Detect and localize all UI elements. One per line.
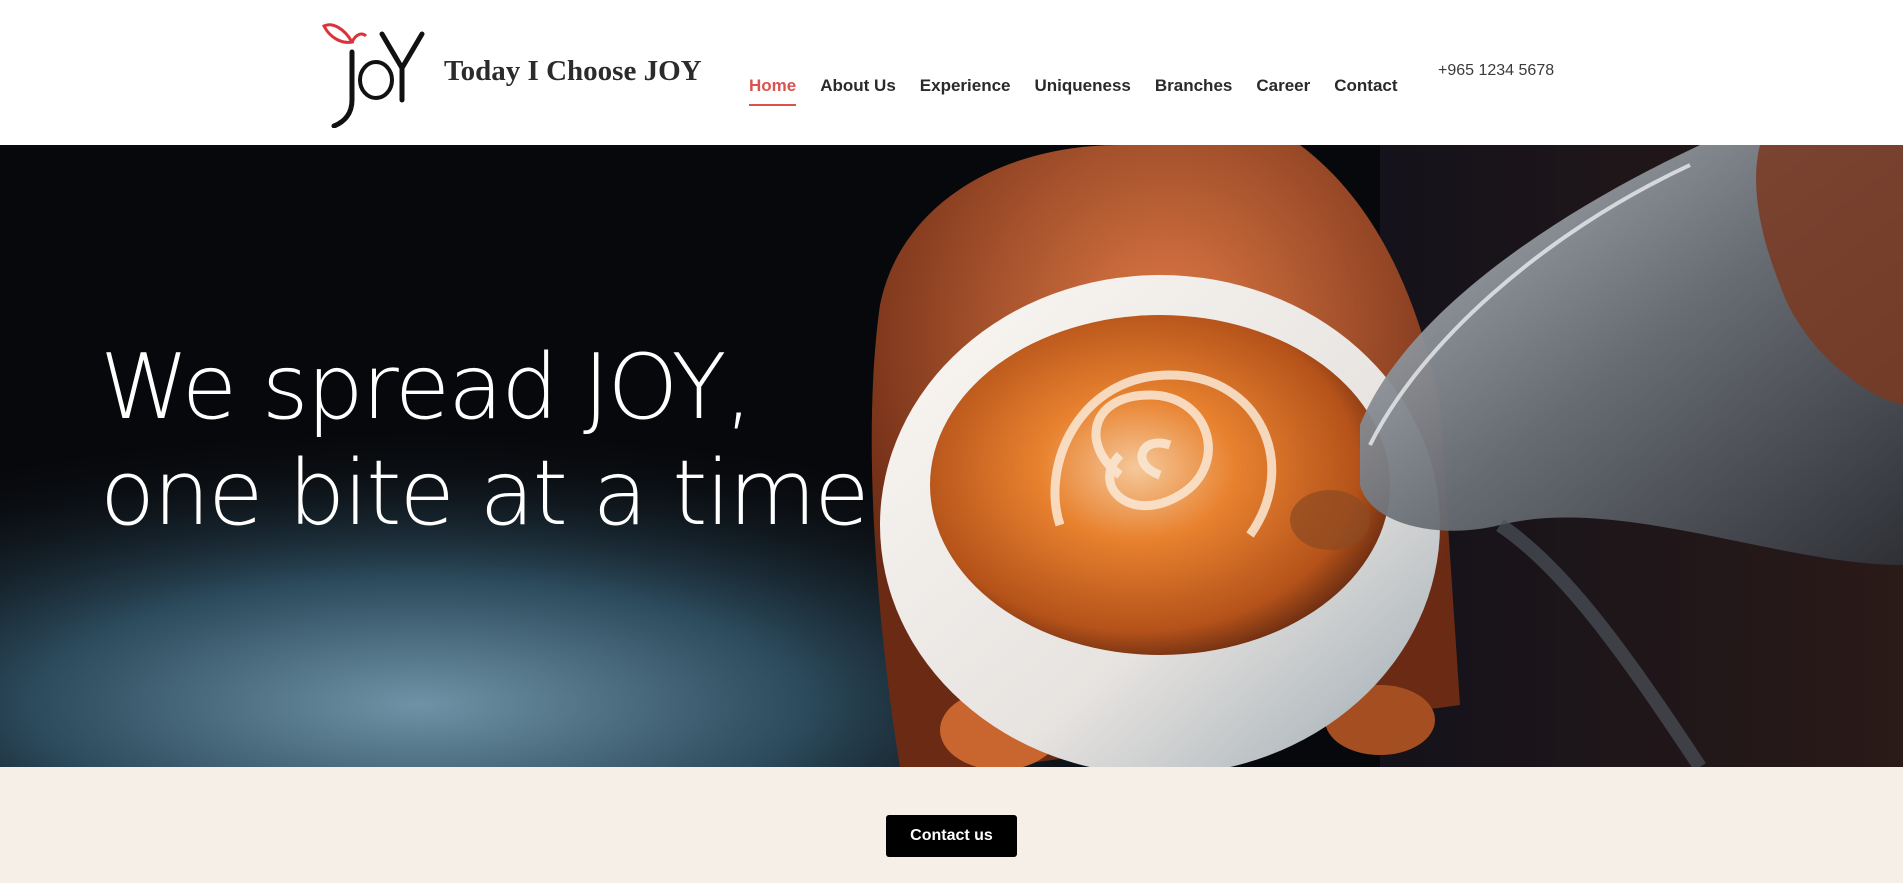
contact-us-button[interactable]: Contact us: [886, 815, 1017, 857]
site-header: Today I Choose JOY Home About Us Experie…: [0, 0, 1903, 145]
nav-about-us[interactable]: About Us: [820, 76, 896, 106]
cta-band: Contact us: [0, 767, 1903, 883]
nav-branches[interactable]: Branches: [1155, 76, 1232, 106]
hero-banner: We spread JOY, one bite at a time: [0, 145, 1903, 767]
nav-uniqueness[interactable]: Uniqueness: [1035, 76, 1131, 106]
hero-headline-line-1: We spread JOY,: [100, 335, 753, 440]
nav-career[interactable]: Career: [1256, 76, 1310, 106]
hero-headline-line-2: one bite at a time: [100, 441, 870, 546]
nav-home[interactable]: Home: [749, 76, 797, 106]
joy-logo[interactable]: [322, 22, 430, 128]
nav-experience[interactable]: Experience: [920, 76, 1011, 106]
main-nav: Home About Us Experience Uniqueness Bran…: [749, 76, 1398, 106]
nav-contact[interactable]: Contact: [1334, 76, 1397, 106]
hero-headline: We spread JOY, one bite at a time: [100, 335, 870, 547]
joy-logo-icon: [322, 23, 425, 128]
phone-number[interactable]: +965 1234 5678: [1438, 62, 1554, 80]
brand-name: Today I Choose JOY: [444, 55, 702, 87]
